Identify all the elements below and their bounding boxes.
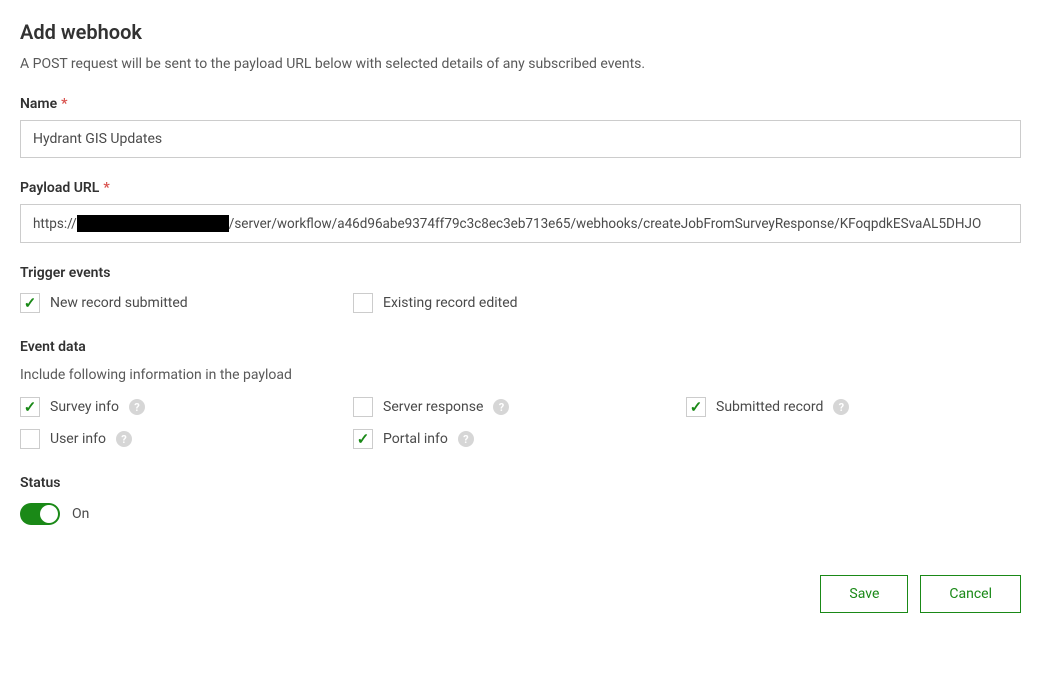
help-icon[interactable]: ?	[116, 431, 132, 447]
payload-label-row: Payload URL *	[20, 180, 1021, 196]
event-data-sublabel: Include following information in the pay…	[20, 367, 1021, 383]
help-icon[interactable]: ?	[458, 431, 474, 447]
status-value-label: On	[72, 506, 89, 522]
portal-info-checkbox[interactable]	[353, 429, 373, 449]
event-data-label: Event data	[20, 339, 1021, 355]
submitted-record-label: Submitted record	[716, 399, 823, 415]
survey-info-label: Survey info	[50, 399, 119, 415]
save-button[interactable]: Save	[820, 575, 908, 613]
status-toggle[interactable]	[20, 503, 60, 525]
help-icon[interactable]: ?	[833, 399, 849, 415]
redacted-block	[77, 215, 229, 232]
cancel-button[interactable]: Cancel	[920, 575, 1021, 613]
existing-record-label: Existing record edited	[383, 295, 518, 311]
server-response-label: Server response	[383, 399, 483, 415]
user-info-checkbox[interactable]	[20, 429, 40, 449]
payload-url-label: Payload URL	[20, 180, 99, 196]
portal-info-label: Portal info	[383, 431, 448, 447]
name-label: Name	[20, 96, 57, 112]
toggle-knob	[40, 505, 58, 523]
existing-record-checkbox[interactable]	[353, 293, 373, 313]
new-record-checkbox[interactable]	[20, 293, 40, 313]
required-asterisk-icon: *	[103, 180, 109, 196]
footer-actions: Save Cancel	[20, 575, 1021, 613]
user-info-label: User info	[50, 431, 106, 447]
payload-url-input[interactable]: https:// /server/workflow/a46d96abe9374ff…	[20, 204, 1021, 243]
required-asterisk-icon: *	[61, 96, 67, 112]
payload-url-suffix: /server/workflow/a46d96abe9374ff79c3c8ec…	[229, 216, 982, 232]
trigger-events-label: Trigger events	[20, 265, 1021, 281]
survey-info-checkbox[interactable]	[20, 397, 40, 417]
new-record-label: New record submitted	[50, 295, 188, 311]
server-response-checkbox[interactable]	[353, 397, 373, 417]
page-subtitle: A POST request will be sent to the paylo…	[20, 56, 1021, 72]
status-label: Status	[20, 475, 1021, 491]
name-label-row: Name *	[20, 96, 1021, 112]
help-icon[interactable]: ?	[493, 399, 509, 415]
submitted-record-checkbox[interactable]	[686, 397, 706, 417]
name-input[interactable]	[20, 120, 1021, 158]
payload-url-prefix: https://	[33, 216, 77, 232]
help-icon[interactable]: ?	[129, 399, 145, 415]
page-title: Add webhook	[20, 20, 1021, 44]
